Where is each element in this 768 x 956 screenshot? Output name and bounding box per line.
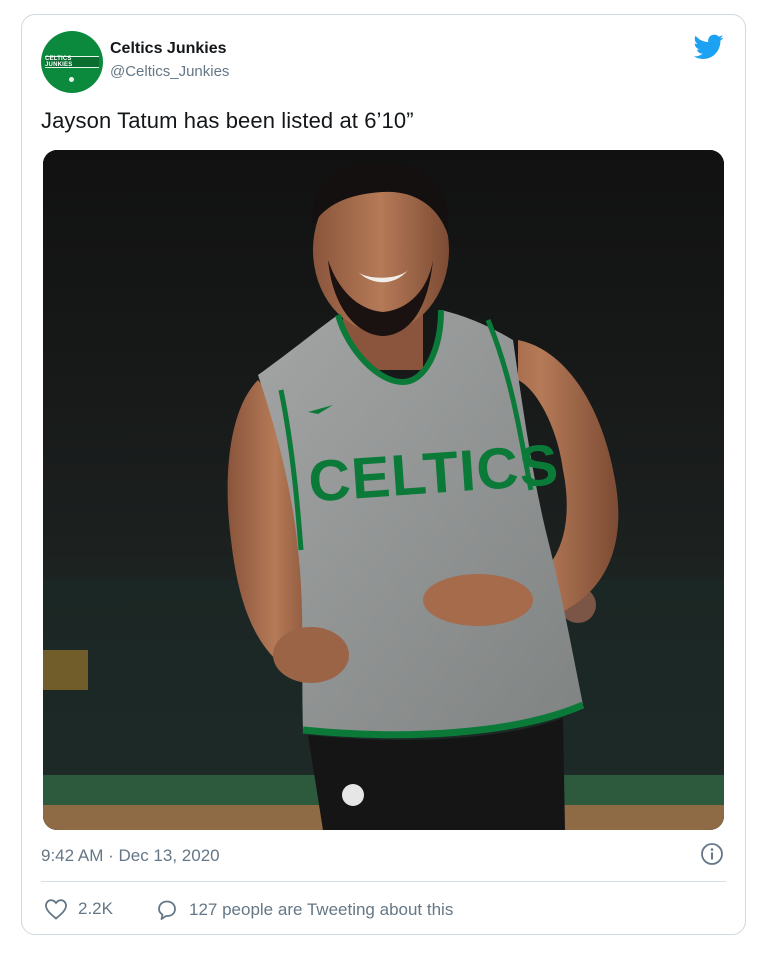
like-count: 2.2K (78, 899, 113, 918)
avatar-logo-mark (69, 77, 74, 82)
tweet-timestamp[interactable]: 9:42 AM · Dec 13, 2020 (41, 846, 220, 866)
tweet-text: Jayson Tatum has been listed at 6’10” (41, 108, 414, 133)
conversation-link[interactable]: 127 people are Tweeting about this (155, 898, 453, 922)
twitter-bird-icon[interactable] (694, 34, 724, 60)
avatar[interactable]: CELTICS JUNKIES (41, 31, 103, 93)
conversation-text: 127 people are Tweeting about this (189, 900, 454, 919)
divider (41, 881, 726, 882)
user-handle[interactable]: @Celtics_Junkies (110, 63, 229, 80)
avatar-logo: CELTICS JUNKIES (45, 56, 99, 68)
like-button[interactable]: 2.2K (44, 898, 113, 920)
tweet-card[interactable]: CELTICS JUNKIES Celtics Junkies @Celtics… (21, 14, 746, 935)
photo-illustration: CELTICS (43, 150, 724, 830)
speech-bubble-icon (158, 900, 176, 920)
display-name[interactable]: Celtics Junkies (110, 40, 227, 58)
tweet-photo[interactable]: CELTICS (43, 150, 724, 830)
heart-icon (45, 899, 67, 920)
info-icon[interactable] (700, 842, 724, 866)
